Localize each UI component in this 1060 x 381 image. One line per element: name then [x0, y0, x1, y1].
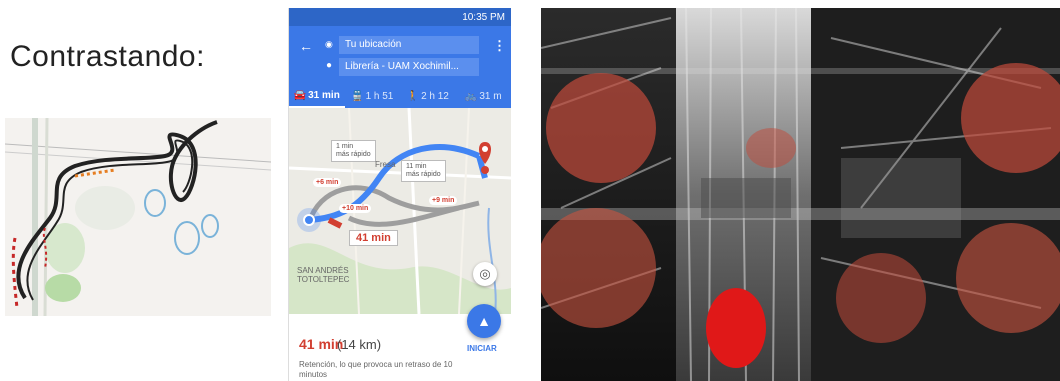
my-location-button[interactable]: ◎ [473, 262, 497, 286]
car-icon: 🚘 [293, 89, 307, 101]
directions-header: ← ◉ Tu ubicación ● Librería - UAM Xochim… [289, 26, 511, 108]
eta-distance: (14 km) [337, 337, 382, 352]
map-road-label: Fresa [375, 160, 396, 169]
transit-icon: 🚆 [351, 90, 364, 102]
delay-pill-6: +6 min [313, 178, 342, 187]
tab-walk-label: 2 h 12 [421, 90, 449, 102]
destination-field[interactable]: Librería - UAM Xochimil... [339, 58, 479, 76]
map-area-label: SAN ANDRÉS TOTOLTEPEC [297, 266, 350, 284]
selected-route-time[interactable]: 41 min [349, 230, 398, 246]
traffic-note: Retención, lo que provoca un retraso de … [299, 360, 453, 379]
back-arrow-icon[interactable]: ← [299, 38, 313, 54]
delay-pill-10: +10 min [339, 204, 372, 213]
slide-title: Contrastando: [10, 40, 205, 73]
walk-icon: 🚶 [406, 90, 420, 102]
bike-icon: 🚲 [464, 90, 478, 102]
route-summary-panel: 41 min (14 km) Retención, lo que provoca… [289, 304, 511, 381]
crosshair-icon: ◎ [479, 266, 491, 281]
delay-pill-9: +9 min [429, 196, 458, 205]
tab-transit[interactable]: 🚆 1 h 51 [345, 84, 401, 108]
status-bar: 10:35 PM [289, 8, 511, 26]
travel-mode-tabs: 🚘 31 min 🚆 1 h 51 🚶 2 h 12 🚲 31 m [289, 84, 511, 108]
hand-drawn-route-sketch [5, 118, 271, 316]
alt-route-bubble-2[interactable]: 11 min más rápido [401, 160, 446, 182]
tab-car[interactable]: 🚘 31 min [289, 84, 345, 108]
navigation-arrow-icon: ▲ [477, 313, 491, 329]
tab-walk[interactable]: 🚶 2 h 12 [400, 84, 456, 108]
origin-dot-icon: ◉ [325, 39, 333, 49]
origin-field[interactable]: Tu ubicación [339, 36, 479, 54]
tab-car-label: 31 min [308, 89, 340, 101]
tab-bike-label: 31 m [479, 90, 502, 102]
status-time: 10:35 PM [462, 11, 505, 23]
start-label[interactable]: INICIAR [467, 344, 507, 353]
abstract-collage-image [541, 8, 1060, 381]
start-navigation-button[interactable]: ▲ [467, 304, 501, 338]
maps-phone-screenshot: 10:35 PM ← ◉ Tu ubicación ● Librería - U… [288, 8, 511, 381]
destination-pin-icon: ● [326, 60, 333, 71]
tab-transit-label: 1 h 51 [365, 90, 394, 102]
more-options-icon[interactable]: ⋮ [493, 38, 506, 54]
tab-bike[interactable]: 🚲 31 m [456, 84, 512, 108]
alt-route-bubble-1[interactable]: 1 min más rápido [331, 140, 376, 162]
